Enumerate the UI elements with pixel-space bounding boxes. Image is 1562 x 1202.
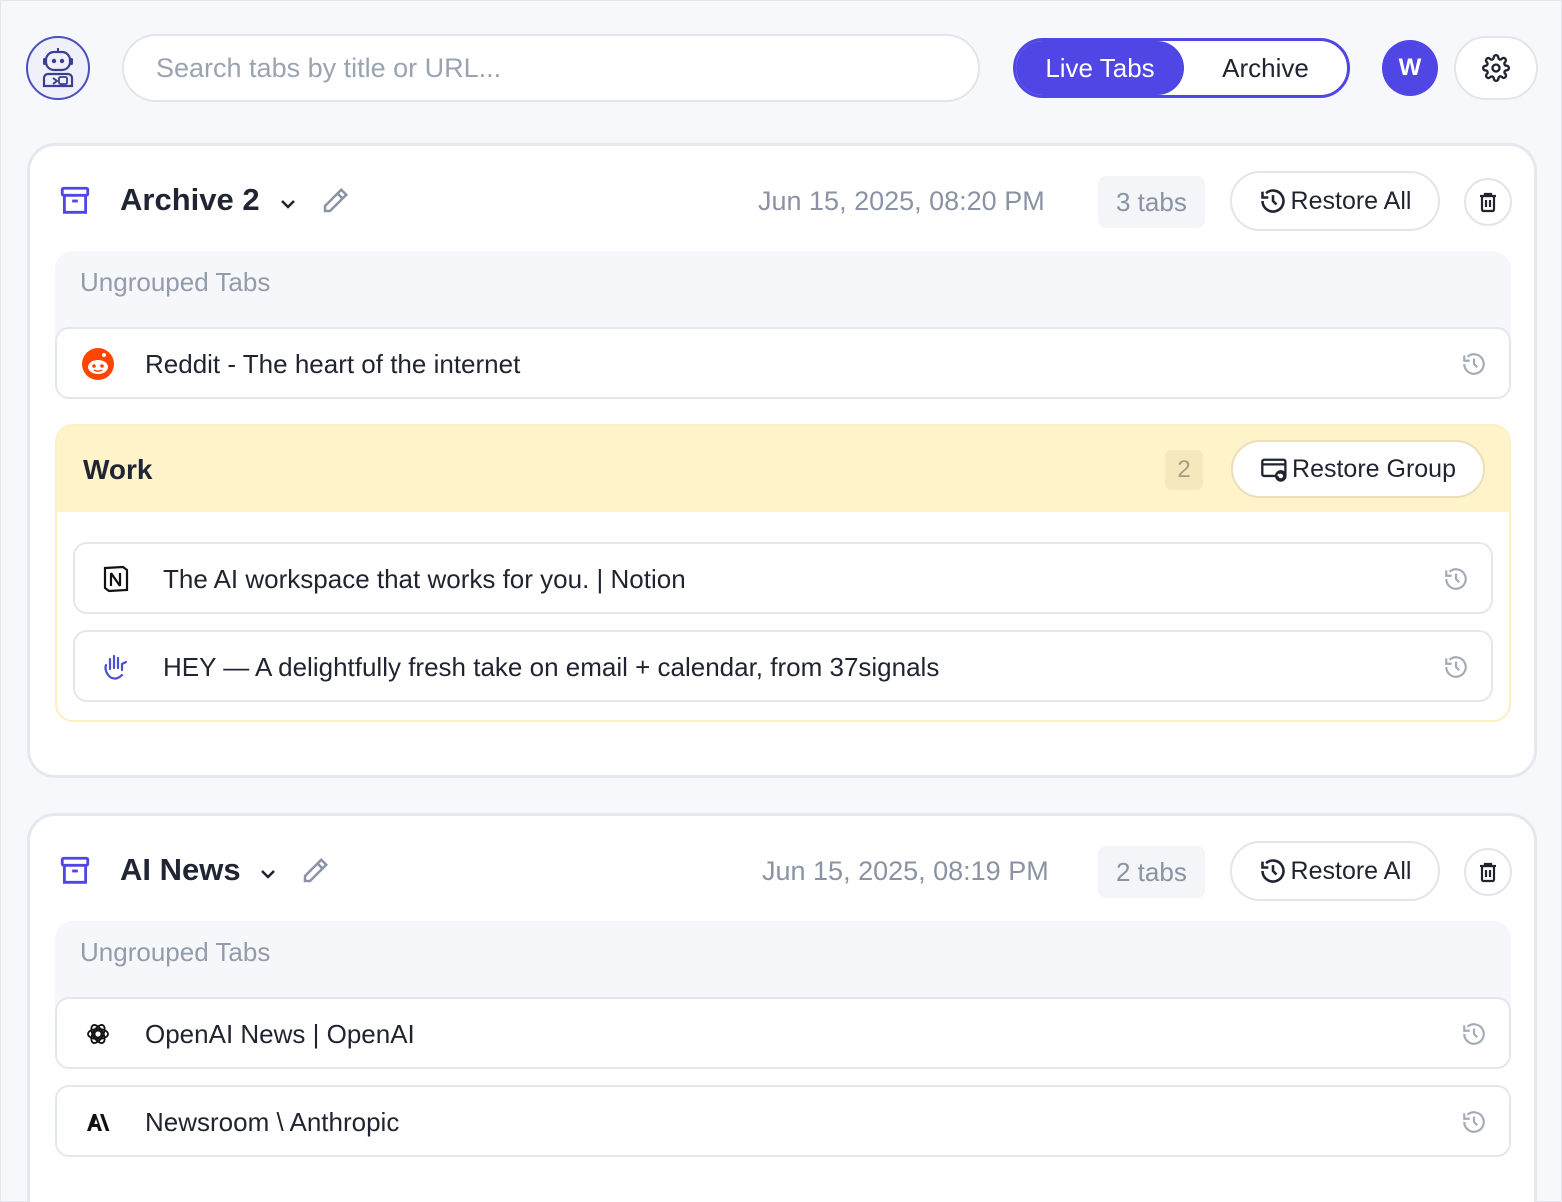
group-header: Work 2 Restore Group bbox=[57, 426, 1509, 512]
tab-title: Newsroom \ Anthropic bbox=[145, 1107, 400, 1137]
top-bar: Live Tabs Archive W bbox=[1, 1, 1562, 135]
restore-tab-icon[interactable] bbox=[1443, 566, 1469, 592]
robot-logo-icon bbox=[26, 36, 90, 100]
tab-title: Reddit - The heart of the internet bbox=[145, 349, 521, 379]
view-toggle: Live Tabs Archive bbox=[1013, 38, 1350, 98]
restore-all-label: Restore All bbox=[1290, 186, 1412, 215]
tab-group-work: Work 2 Restore Group The AI workspace th… bbox=[55, 424, 1511, 722]
restore-tab-icon[interactable] bbox=[1461, 351, 1487, 377]
tab-row[interactable]: The AI workspace that works for you. | N… bbox=[73, 542, 1493, 614]
trash-icon bbox=[1480, 192, 1496, 213]
ungrouped-label: Ungrouped Tabs bbox=[80, 267, 271, 297]
archive-date: Jun 15, 2025, 08:20 PM bbox=[758, 186, 1045, 216]
history-icon bbox=[1260, 189, 1285, 213]
tab-count-badge: 2 tabs bbox=[1098, 846, 1205, 898]
settings-button[interactable] bbox=[1454, 36, 1538, 100]
gear-icon bbox=[1482, 54, 1510, 82]
avatar[interactable]: W bbox=[1382, 40, 1438, 96]
chevron-down-icon[interactable] bbox=[256, 862, 280, 886]
tab-title: The AI workspace that works for you. | N… bbox=[163, 564, 686, 594]
archive-header: AI News Jun 15, 2025, 08:19 PM 2 tabs Re… bbox=[30, 816, 1534, 926]
tab-row[interactable]: Reddit - The heart of the internet bbox=[55, 327, 1511, 399]
edit-pencil-icon[interactable] bbox=[300, 856, 330, 886]
tab-row[interactable]: Newsroom \ Anthropic bbox=[55, 1085, 1511, 1157]
live-tabs-toggle[interactable]: Live Tabs bbox=[1016, 41, 1184, 95]
archive-box-icon bbox=[60, 856, 90, 884]
tab-title: HEY — A delightfully fresh take on email… bbox=[163, 652, 940, 682]
restore-group-label: Restore Group bbox=[1292, 454, 1456, 483]
ungrouped-label: Ungrouped Tabs bbox=[80, 937, 271, 967]
archive-card: Archive 2 Jun 15, 2025, 08:20 PM 3 tabs … bbox=[27, 143, 1537, 778]
archive-card: AI News Jun 15, 2025, 08:19 PM 2 tabs Re… bbox=[27, 813, 1537, 1202]
archive-header: Archive 2 Jun 15, 2025, 08:20 PM 3 tabs … bbox=[30, 146, 1534, 256]
search-input[interactable] bbox=[122, 34, 980, 102]
chevron-down-icon[interactable] bbox=[276, 192, 300, 216]
window-restore-icon bbox=[1261, 458, 1287, 482]
group-name: Work bbox=[83, 454, 153, 485]
tab-row[interactable]: HEY — A delightfully fresh take on email… bbox=[73, 630, 1493, 702]
reddit-icon bbox=[81, 347, 115, 381]
delete-archive-button[interactable] bbox=[1464, 848, 1512, 896]
tab-title: OpenAI News | OpenAI bbox=[145, 1019, 415, 1049]
hey-icon bbox=[99, 650, 133, 684]
restore-tab-icon[interactable] bbox=[1461, 1109, 1487, 1135]
restore-tab-icon[interactable] bbox=[1461, 1021, 1487, 1047]
archive-title: Archive 2 bbox=[120, 182, 260, 217]
delete-archive-button[interactable] bbox=[1464, 178, 1512, 226]
restore-tab-icon[interactable] bbox=[1443, 654, 1469, 680]
archive-toggle[interactable]: Archive bbox=[1184, 41, 1347, 95]
openai-icon bbox=[81, 1017, 115, 1051]
restore-all-button[interactable]: Restore All bbox=[1230, 171, 1440, 231]
archive-date: Jun 15, 2025, 08:19 PM bbox=[762, 856, 1049, 886]
trash-icon bbox=[1480, 862, 1496, 883]
anthropic-icon bbox=[81, 1105, 115, 1139]
tab-row[interactable]: OpenAI News | OpenAI bbox=[55, 997, 1511, 1069]
restore-all-button[interactable]: Restore All bbox=[1230, 841, 1440, 901]
restore-group-button[interactable]: Restore Group bbox=[1231, 440, 1485, 498]
archive-title: AI News bbox=[120, 852, 241, 887]
archive-box-icon bbox=[60, 186, 90, 214]
notion-icon bbox=[99, 562, 133, 596]
tab-count-badge: 3 tabs bbox=[1098, 176, 1205, 228]
edit-pencil-icon[interactable] bbox=[320, 186, 350, 216]
group-tab-count: 2 bbox=[1165, 450, 1203, 490]
history-icon bbox=[1260, 859, 1285, 883]
restore-all-label: Restore All bbox=[1290, 856, 1412, 885]
